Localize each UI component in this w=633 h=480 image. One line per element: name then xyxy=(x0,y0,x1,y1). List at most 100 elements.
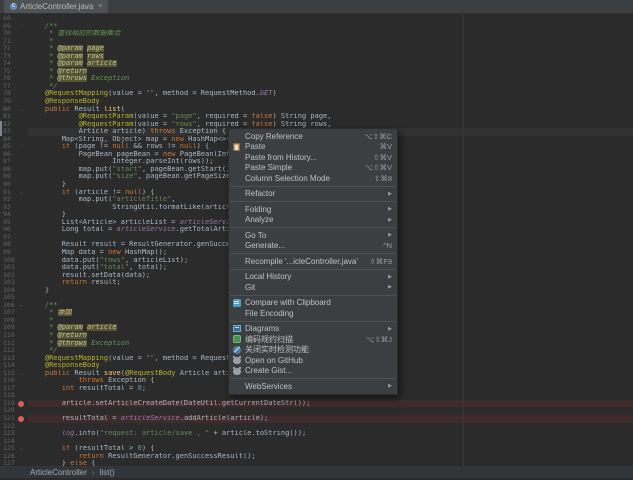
gutter-slot[interactable] xyxy=(15,75,28,83)
code-line[interactable]: 69 ⌄ /** xyxy=(0,22,633,31)
close-icon[interactable]: × xyxy=(98,3,102,10)
menu-item-analyze[interactable]: Analyze ▶ xyxy=(229,215,397,226)
code-text[interactable]: @RequestMapping(value = "", method = Req… xyxy=(28,90,633,98)
menu-item-generate[interactable]: Generate... ^N xyxy=(229,241,397,252)
gutter-slot[interactable] xyxy=(15,60,28,68)
gutter-slot[interactable] xyxy=(15,287,28,295)
code-line[interactable]: 71 * xyxy=(0,37,633,46)
menu-item-paste-from-history[interactable]: Paste from History... ⇧⌘V xyxy=(229,152,397,163)
gutter-slot[interactable] xyxy=(15,173,28,181)
code-text[interactable]: article.setArticleCreateDate(DateUtil.ge… xyxy=(28,399,633,408)
fold-chevron-icon[interactable]: ⌄ xyxy=(15,370,28,378)
breakpoint-icon[interactable] xyxy=(18,415,24,422)
gutter-slot[interactable] xyxy=(15,196,28,204)
code-text[interactable]: return ResultGenerator.genSuccessResult(… xyxy=(28,453,633,461)
code-text[interactable]: @ResponseBody xyxy=(28,98,633,106)
code-line[interactable]: 77 */ xyxy=(0,82,633,91)
gutter-slot[interactable] xyxy=(15,407,28,415)
gutter-slot[interactable] xyxy=(15,234,28,242)
breakpoint-gutter[interactable] xyxy=(15,415,28,423)
gutter-slot[interactable] xyxy=(15,181,28,189)
gutter-slot[interactable] xyxy=(15,423,28,431)
breadcrumb-class[interactable]: ArticleController xyxy=(30,468,87,477)
gutter-slot[interactable] xyxy=(15,362,28,370)
gutter-slot[interactable] xyxy=(15,279,28,287)
gutter-slot[interactable] xyxy=(15,332,28,340)
code-line[interactable]: 124 xyxy=(0,437,633,446)
menu-item-paste-simple[interactable]: Paste Simple ⌥⇧⌘V xyxy=(229,163,397,174)
menu-item-paste[interactable]: Paste ⌘V xyxy=(229,142,397,153)
code-text[interactable] xyxy=(28,438,633,446)
code-line[interactable]: 123 log.info("request: article/save , " … xyxy=(0,430,633,438)
menu-item-local-history[interactable]: Local History ▶ xyxy=(229,272,397,283)
menu-item-refactor[interactable]: Refactor ▶ xyxy=(229,189,397,200)
code-line[interactable]: 78 @RequestMapping(value = "", method = … xyxy=(0,90,633,98)
breakpoint-gutter[interactable] xyxy=(15,400,28,408)
gutter-slot[interactable] xyxy=(15,68,28,76)
gutter-slot[interactable] xyxy=(15,317,28,325)
gutter-slot[interactable] xyxy=(15,272,28,280)
gutter-slot[interactable] xyxy=(15,249,28,257)
code-line[interactable]: 76 * @throws Exception xyxy=(0,75,633,83)
fold-chevron-icon[interactable]: ⌄ xyxy=(15,189,28,197)
code-text[interactable]: * @param page xyxy=(28,45,633,53)
code-text[interactable] xyxy=(28,15,633,23)
code-text[interactable]: * xyxy=(28,38,633,46)
code-text[interactable]: /** xyxy=(28,23,633,31)
gutter-slot[interactable] xyxy=(15,294,28,302)
code-line[interactable]: 80 ⌄ public Result list( xyxy=(0,105,633,114)
menu-item-copy-reference[interactable]: Copy Reference ⌥⇧⌘C xyxy=(229,131,397,142)
menu-item-cn-23[interactable]: 编码规约扫描 ⌥⇧⌘J xyxy=(229,334,397,345)
code-text[interactable]: if (resultTotal > 0) { xyxy=(28,445,633,453)
gutter-slot[interactable] xyxy=(15,324,28,332)
gutter-slot[interactable] xyxy=(15,340,28,348)
gutter-slot[interactable] xyxy=(15,392,28,400)
breakpoint-icon[interactable] xyxy=(18,400,24,407)
gutter-slot[interactable] xyxy=(15,98,28,106)
gutter-slot[interactable] xyxy=(15,377,28,385)
menu-item-column-selection-mode[interactable]: Column Selection Mode ⇧⌘8 xyxy=(229,173,397,184)
menu-item-compare-with-clipboard[interactable]: Compare with Clipboard xyxy=(229,298,397,309)
code-line[interactable]: 125 ⌄ if (resultTotal > 0) { xyxy=(0,445,633,453)
gutter-slot[interactable] xyxy=(15,113,28,121)
gutter-slot[interactable] xyxy=(15,121,28,129)
code-line[interactable]: 120 xyxy=(0,407,633,415)
gutter-slot[interactable] xyxy=(15,83,28,91)
code-text[interactable]: @RequestParam(value = "page", required =… xyxy=(28,113,633,121)
fold-chevron-icon[interactable]: ⌄ xyxy=(15,23,28,31)
fold-chevron-icon[interactable]: ⌄ xyxy=(15,106,28,114)
gutter-slot[interactable] xyxy=(15,355,28,363)
code-line[interactable]: 126 return ResultGenerator.genSuccessRes… xyxy=(0,452,633,461)
code-line[interactable]: 75 * @return xyxy=(0,67,633,76)
menu-item-folding[interactable]: Folding ▶ xyxy=(229,204,397,215)
gutter-slot[interactable] xyxy=(15,158,28,166)
menu-item-git[interactable]: Git ▶ xyxy=(229,282,397,293)
gutter-slot[interactable] xyxy=(15,30,28,38)
gutter-slot[interactable] xyxy=(15,151,28,159)
menu-item-open-on-github[interactable]: Open on GitHub xyxy=(229,355,397,366)
code-text[interactable]: * @param rows xyxy=(28,52,633,61)
menu-item-go-to[interactable]: Go To ▶ xyxy=(229,230,397,241)
gutter-slot[interactable] xyxy=(15,264,28,272)
code-line[interactable]: 68 xyxy=(0,14,633,23)
gutter-slot[interactable] xyxy=(15,53,28,61)
gutter-slot[interactable] xyxy=(15,45,28,53)
gutter-slot[interactable] xyxy=(15,385,28,393)
code-line[interactable]: 74 * @param article xyxy=(0,60,633,68)
breadcrumb-method[interactable]: list() xyxy=(100,468,115,477)
gutter-slot[interactable] xyxy=(15,204,28,212)
code-line[interactable]: 122 xyxy=(0,422,633,431)
code-line[interactable]: 72 * @param page xyxy=(0,45,633,53)
code-text[interactable] xyxy=(28,423,633,431)
code-text[interactable] xyxy=(28,407,633,415)
menu-item-recompile-iclecontroller-java[interactable]: Recompile '...icleController.java' ⇧⌘F9 xyxy=(229,256,397,267)
menu-item-diagrams[interactable]: Diagrams ▶ xyxy=(229,324,397,335)
code-text[interactable]: */ xyxy=(28,83,633,91)
code-text[interactable]: public Result list( xyxy=(28,106,633,114)
gutter-slot[interactable] xyxy=(15,226,28,234)
gutter-slot[interactable] xyxy=(15,38,28,46)
code-text[interactable]: log.info("request: article/save , " + ar… xyxy=(28,430,633,438)
fold-chevron-icon[interactable]: ⌄ xyxy=(15,302,28,310)
menu-item-webservices[interactable]: WebServices ▶ xyxy=(229,381,397,392)
gutter-slot[interactable] xyxy=(15,347,28,355)
